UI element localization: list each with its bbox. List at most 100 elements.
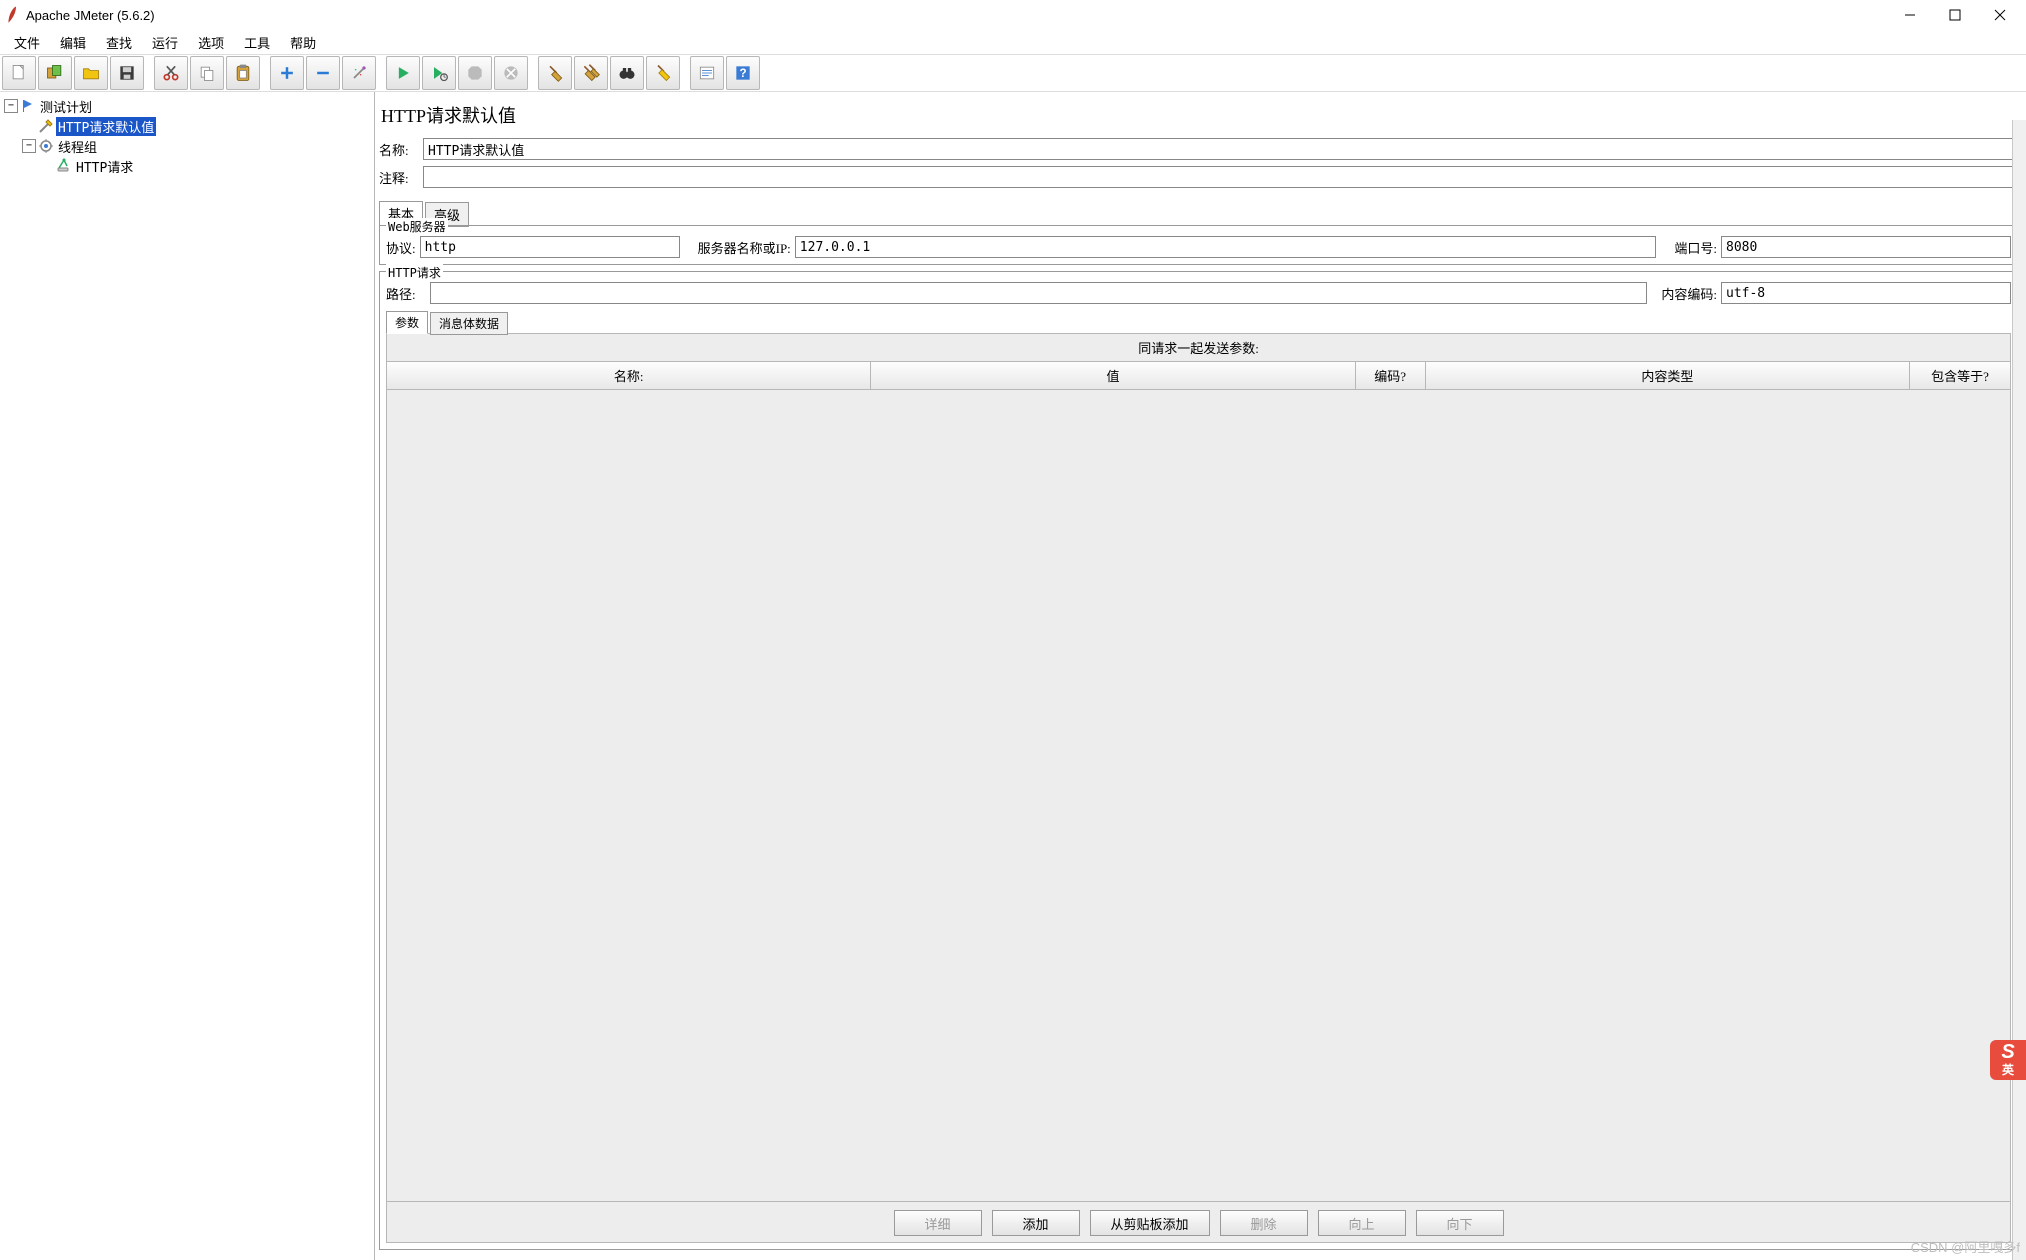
params-body[interactable] — [387, 390, 2010, 1201]
tree-http-request[interactable]: HTTP请求 — [4, 156, 374, 176]
encoding-input[interactable] — [1721, 282, 2011, 304]
path-input[interactable] — [430, 282, 1647, 304]
start-icon[interactable] — [386, 56, 420, 90]
comment-input[interactable] — [423, 166, 2018, 188]
menu-bar: 文件 编辑 查找 运行 选项 工具 帮助 — [0, 30, 2026, 54]
menu-search[interactable]: 查找 — [96, 31, 142, 54]
help-icon[interactable]: ? — [726, 56, 760, 90]
minus-icon[interactable] — [306, 56, 340, 90]
name-label: 名称: — [379, 140, 423, 159]
testplan-icon — [20, 98, 36, 114]
broom-all-icon[interactable] — [574, 56, 608, 90]
delete-button[interactable]: 删除 — [1220, 1210, 1308, 1236]
start-no-timers-icon[interactable] — [422, 56, 456, 90]
shutdown-icon[interactable] — [494, 56, 528, 90]
binoculars-icon[interactable] — [610, 56, 644, 90]
right-scrollbar[interactable] — [2012, 120, 2026, 1260]
httpreq-fieldset: HTTP请求 路径: 内容编码: 参数 消息体数据 同请求一起发送参数: 名称: — [379, 271, 2018, 1250]
tree-label: HTTP请求默认值 — [56, 117, 156, 136]
tree-label: 线程组 — [56, 137, 99, 156]
window-title: Apache JMeter (5.6.2) — [26, 8, 155, 23]
tree-http-defaults[interactable]: HTTP请求默认值 — [4, 116, 374, 136]
httpreq-legend: HTTP请求 — [386, 264, 443, 281]
reset-broom-icon[interactable] — [646, 56, 680, 90]
port-input[interactable] — [1721, 236, 2011, 258]
col-encode[interactable]: 编码? — [1356, 362, 1426, 389]
down-button[interactable]: 向下 — [1416, 1210, 1504, 1236]
menu-run[interactable]: 运行 — [142, 31, 188, 54]
svg-text:?: ? — [739, 67, 746, 80]
sub-tabs: 参数 消息体数据 — [386, 310, 2011, 333]
server-input[interactable] — [795, 236, 1657, 258]
tree-toggle[interactable]: − — [22, 139, 36, 153]
menu-edit[interactable]: 编辑 — [50, 31, 96, 54]
menu-options[interactable]: 选项 — [188, 31, 234, 54]
menu-tools[interactable]: 工具 — [234, 31, 280, 54]
sampler-icon — [56, 158, 72, 174]
tree-panel[interactable]: − 测试计划 HTTP请求默认值 − 线程组 HTTP请求 — [0, 92, 375, 1260]
save-icon[interactable] — [110, 56, 144, 90]
new-file-icon[interactable] — [2, 56, 36, 90]
name-row: 名称: — [379, 138, 2018, 160]
col-include-equals[interactable]: 包含等于? — [1910, 362, 2010, 389]
watermark: CSDN @阿里嘎多f — [1911, 1237, 2020, 1256]
fn-helper-icon[interactable] — [690, 56, 724, 90]
config-panel: HTTP请求默认值 名称: 注释: 基本 高级 Web服务器 协议: 服务器名 — [375, 92, 2026, 1260]
app-window: Apache JMeter (5.6.2) 文件 编辑 查找 运行 选项 工具 … — [0, 0, 2026, 1260]
toolbar: ? — [0, 54, 2026, 92]
tree-label: HTTP请求 — [74, 157, 135, 176]
col-content-type[interactable]: 内容类型 — [1426, 362, 1910, 389]
wand-icon[interactable] — [342, 56, 376, 90]
encoding-label: 内容编码: — [1661, 284, 1717, 303]
name-input[interactable] — [423, 138, 2018, 160]
webserver-legend: Web服务器 — [386, 218, 448, 235]
copy-icon[interactable] — [190, 56, 224, 90]
comment-label: 注释: — [379, 168, 423, 187]
cut-icon[interactable] — [154, 56, 188, 90]
detail-button[interactable]: 详细 — [894, 1210, 982, 1236]
paste-icon[interactable] — [226, 56, 260, 90]
protocol-label: 协议: — [386, 238, 416, 257]
title-bar: Apache JMeter (5.6.2) — [0, 0, 2026, 30]
main-area: − 测试计划 HTTP请求默认值 − 线程组 HTTP请求 HTTP请求默认值 — [0, 92, 2026, 1260]
open-folder-icon[interactable] — [74, 56, 108, 90]
config-icon — [38, 118, 54, 134]
tree-root[interactable]: − 测试计划 — [4, 96, 374, 116]
subtab-params[interactable]: 参数 — [386, 311, 428, 334]
subtab-body[interactable]: 消息体数据 — [430, 312, 508, 335]
main-tabs: 基本 高级 — [379, 200, 2018, 225]
threadgroup-icon — [38, 138, 54, 154]
server-label: 服务器名称或IP: — [698, 238, 791, 257]
tree-label: 测试计划 — [38, 97, 94, 116]
menu-file[interactable]: 文件 — [4, 31, 50, 54]
close-button[interactable] — [1977, 1, 2022, 29]
plus-icon[interactable] — [270, 56, 304, 90]
ime-logo: S — [2001, 1043, 2014, 1061]
templates-icon[interactable] — [38, 56, 72, 90]
broom-icon[interactable] — [538, 56, 572, 90]
menu-help[interactable]: 帮助 — [280, 31, 326, 54]
window-controls — [1887, 1, 2022, 29]
tree-thread-group[interactable]: − 线程组 — [4, 136, 374, 156]
webserver-fieldset: Web服务器 协议: 服务器名称或IP: 端口号: — [379, 225, 2018, 265]
ime-lang: 英 — [2002, 1061, 2014, 1078]
port-label: 端口号: — [1674, 238, 1717, 257]
path-label: 路径: — [386, 284, 426, 303]
tree-toggle[interactable]: − — [4, 99, 18, 113]
params-buttons: 详细 添加 从剪贴板添加 删除 向上 向下 — [387, 1201, 2010, 1242]
protocol-input[interactable] — [420, 236, 680, 258]
comment-row: 注释: — [379, 166, 2018, 188]
params-header: 名称: 值 编码? 内容类型 包含等于? — [387, 362, 2010, 390]
col-value[interactable]: 值 — [871, 362, 1355, 389]
params-table: 同请求一起发送参数: 名称: 值 编码? 内容类型 包含等于? 详细 添加 从剪… — [386, 333, 2011, 1243]
up-button[interactable]: 向上 — [1318, 1210, 1406, 1236]
stop-icon[interactable] — [458, 56, 492, 90]
maximize-button[interactable] — [1932, 1, 1977, 29]
params-caption: 同请求一起发送参数: — [387, 334, 2010, 362]
col-name[interactable]: 名称: — [387, 362, 871, 389]
ime-badge[interactable]: S 英 — [1990, 1040, 2026, 1080]
add-from-clipboard-button[interactable]: 从剪贴板添加 — [1090, 1210, 1210, 1236]
add-button[interactable]: 添加 — [992, 1210, 1080, 1236]
page-title: HTTP请求默认值 — [379, 96, 2018, 138]
minimize-button[interactable] — [1887, 1, 1932, 29]
